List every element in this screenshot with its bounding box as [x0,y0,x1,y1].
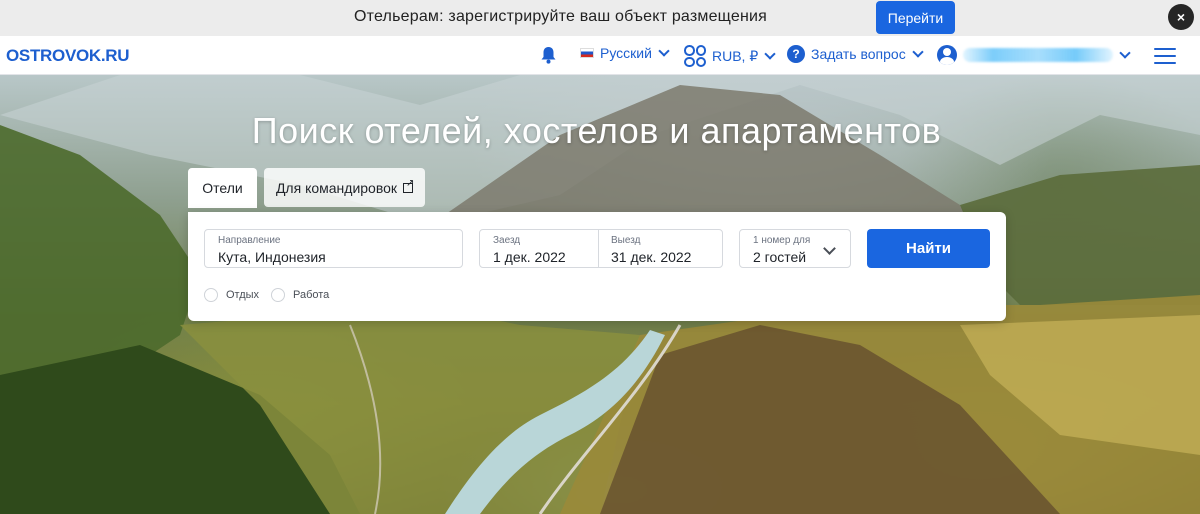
currency-icon [684,45,706,67]
language-selector[interactable]: Русский [580,45,670,61]
chevron-down-icon [1119,47,1131,59]
avatar [937,45,957,65]
tab-business-travel-label: Для командировок [275,179,398,196]
guests-value: 2 гостей [753,249,807,265]
hotelier-promo-banner: Отельерам: зарегистрируйте ваш объект ра… [0,0,1200,36]
dates-field: Заезд 1 дек. 2022 Выезд 31 дек. 2022 [479,229,723,268]
language-label: Русский [600,45,652,61]
page-title: Поиск отелей, хостелов и апартаментов [251,110,942,151]
destination-label: Направление [218,235,281,246]
search-button[interactable]: Найти [867,229,990,268]
chevron-down-icon [764,48,776,60]
destination-field[interactable]: Направление Кута, Индонезия [204,229,463,268]
tab-business-travel[interactable]: Для командировок [264,168,425,207]
purpose-label-work: Работа [293,289,330,301]
external-link-icon [403,178,414,193]
hero-section: Поиск отелей, хостелов и апартаментов От… [0,75,1200,514]
promo-text: Отельерам: зарегистрируйте ваш объект ра… [354,8,767,25]
close-icon[interactable]: × [1168,4,1194,30]
tab-hotels[interactable]: Отели [188,168,257,208]
radio-icon [204,288,218,302]
question-icon: ? [787,45,805,63]
purpose-label-leisure: Отдых [226,289,260,301]
chevron-down-icon [658,45,670,57]
redacted-username [963,48,1113,62]
currency-label: RUB, ₽ [712,47,759,64]
guests-selector[interactable]: 1 номер для 2 гостей [739,229,851,268]
hamburger-menu-icon[interactable] [1154,48,1176,64]
search-panel: Направление Кута, Индонезия Заезд 1 дек.… [188,212,1006,321]
checkin-value: 1 дек. 2022 [493,249,566,265]
checkout-value: 31 дек. 2022 [611,249,692,265]
user-menu[interactable] [937,45,1131,65]
promo-go-button[interactable]: Перейти [876,1,955,34]
help-menu[interactable]: ? Задать вопрос [787,45,924,63]
logo[interactable]: OSTROVOK.RU [6,46,130,66]
currency-selector[interactable]: RUB, ₽ [684,45,776,67]
checkin-label: Заезд [493,235,521,246]
purpose-radio-leisure[interactable]: Отдых [204,288,259,302]
chevron-down-icon [912,46,924,58]
purpose-radio-work[interactable]: Работа [271,288,329,302]
bell-icon[interactable] [540,46,557,69]
checkout-label: Выезд [611,235,641,246]
guests-label: 1 номер для [753,235,811,246]
date-divider [598,230,599,267]
radio-icon [271,288,285,302]
destination-value: Кута, Индонезия [218,249,326,265]
russian-flag-icon [580,48,594,58]
chevron-down-icon [823,242,836,255]
help-label: Задать вопрос [811,46,906,62]
site-header: OSTROVOK.RU Русский RUB, ₽ ? Задать вопр… [0,36,1200,75]
